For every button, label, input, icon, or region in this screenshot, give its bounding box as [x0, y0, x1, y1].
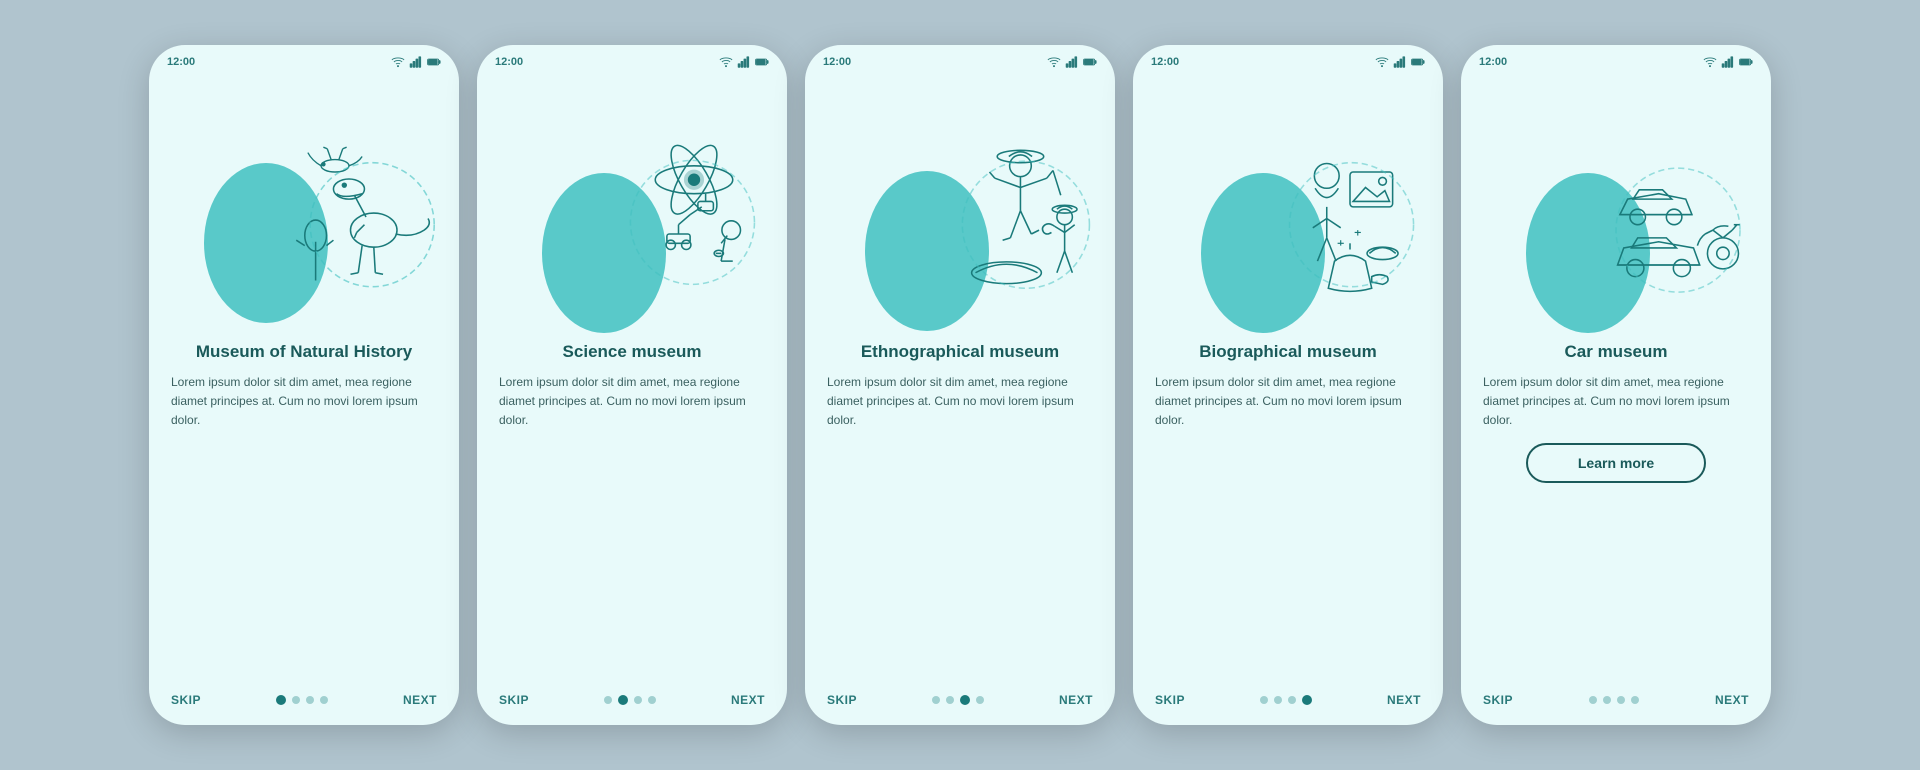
- status-bar-4: 12:00: [1133, 45, 1443, 73]
- card-title-2: Science museum: [499, 341, 765, 363]
- dot-1-0: [276, 695, 286, 705]
- dots-2: [604, 695, 656, 705]
- dot-5-1: [1603, 696, 1611, 704]
- phone-natural-history: 12:00: [149, 45, 459, 725]
- bottom-nav-4: SKIP NEXT: [1133, 681, 1443, 725]
- dot-5-2: [1617, 696, 1625, 704]
- card-body-4: Lorem ipsum dolor sit dim amet, mea regi…: [1155, 373, 1421, 431]
- dot-4-0: [1260, 696, 1268, 704]
- dot-2-1: [618, 695, 628, 705]
- dot-2-0: [604, 696, 612, 704]
- skip-button-5[interactable]: SKIP: [1483, 693, 1513, 707]
- dot-1-2: [306, 696, 314, 704]
- dot-3-3: [976, 696, 984, 704]
- dot-1-3: [320, 696, 328, 704]
- content-natural-history: Museum of Natural History Lorem ipsum do…: [149, 333, 459, 681]
- dots-3: [932, 695, 984, 705]
- status-bar-3: 12:00: [805, 45, 1115, 73]
- dot-3-2: [960, 695, 970, 705]
- phone-ethnographical: 12:00: [805, 45, 1115, 725]
- card-body-3: Lorem ipsum dolor sit dim amet, mea regi…: [827, 373, 1093, 431]
- card-body-1: Lorem ipsum dolor sit dim amet, mea regi…: [171, 373, 437, 431]
- illustration-ethnographical: [805, 73, 1115, 333]
- illustration-car: [1461, 73, 1771, 333]
- next-button-4[interactable]: NEXT: [1387, 693, 1421, 707]
- next-button-5[interactable]: NEXT: [1715, 693, 1749, 707]
- dot-4-2: [1288, 696, 1296, 704]
- phone-biographical: 12:00: [1133, 45, 1443, 725]
- dot-1-1: [292, 696, 300, 704]
- bottom-nav-3: SKIP NEXT: [805, 681, 1115, 725]
- content-science: Science museum Lorem ipsum dolor sit dim…: [477, 333, 787, 681]
- skip-button-4[interactable]: SKIP: [1155, 693, 1185, 707]
- card-body-5: Lorem ipsum dolor sit dim amet, mea regi…: [1483, 373, 1749, 431]
- time-5: 12:00: [1479, 56, 1507, 68]
- illustration-natural-history: [149, 73, 459, 333]
- card-body-2: Lorem ipsum dolor sit dim amet, mea regi…: [499, 373, 765, 431]
- bottom-nav-2: SKIP NEXT: [477, 681, 787, 725]
- dots-1: [276, 695, 328, 705]
- status-bar-2: 12:00: [477, 45, 787, 73]
- phones-container: 12:00: [149, 45, 1771, 725]
- next-button-1[interactable]: NEXT: [403, 693, 437, 707]
- illustration-science: [477, 73, 787, 333]
- phone-science: 12:00: [477, 45, 787, 725]
- learn-more-button[interactable]: Learn more: [1526, 443, 1706, 483]
- content-biographical: Biographical museum Lorem ipsum dolor si…: [1133, 333, 1443, 681]
- status-icons-1: [391, 55, 441, 69]
- status-bar-5: 12:00: [1461, 45, 1771, 73]
- time-2: 12:00: [495, 56, 523, 68]
- card-title-4: Biographical museum: [1155, 341, 1421, 363]
- skip-button-2[interactable]: SKIP: [499, 693, 529, 707]
- card-title-3: Ethnographical museum: [827, 341, 1093, 363]
- skip-button-1[interactable]: SKIP: [171, 693, 201, 707]
- dot-3-0: [932, 696, 940, 704]
- time-3: 12:00: [823, 56, 851, 68]
- status-icons-2: [719, 55, 769, 69]
- dot-2-3: [648, 696, 656, 704]
- phone-car: 12:00: [1461, 45, 1771, 725]
- bottom-nav-1: SKIP NEXT: [149, 681, 459, 725]
- next-button-3[interactable]: NEXT: [1059, 693, 1093, 707]
- skip-button-3[interactable]: SKIP: [827, 693, 857, 707]
- dot-5-0: [1589, 696, 1597, 704]
- dot-3-1: [946, 696, 954, 704]
- content-car: Car museum Lorem ipsum dolor sit dim ame…: [1461, 333, 1771, 681]
- dots-5: [1589, 696, 1639, 704]
- content-ethnographical: Ethnographical museum Lorem ipsum dolor …: [805, 333, 1115, 681]
- illustration-biographical: [1133, 73, 1443, 333]
- dot-2-2: [634, 696, 642, 704]
- status-icons-4: [1375, 55, 1425, 69]
- dot-4-1: [1274, 696, 1282, 704]
- time-4: 12:00: [1151, 56, 1179, 68]
- bottom-nav-5: SKIP NEXT: [1461, 681, 1771, 725]
- card-title-1: Museum of Natural History: [171, 341, 437, 363]
- dot-4-3: [1302, 695, 1312, 705]
- next-button-2[interactable]: NEXT: [731, 693, 765, 707]
- card-title-5: Car museum: [1483, 341, 1749, 363]
- dot-5-3: [1631, 696, 1639, 704]
- status-bar-1: 12:00: [149, 45, 459, 73]
- dots-4: [1260, 695, 1312, 705]
- status-icons-3: [1047, 55, 1097, 69]
- time-1: 12:00: [167, 56, 195, 68]
- status-icons-5: [1703, 55, 1753, 69]
